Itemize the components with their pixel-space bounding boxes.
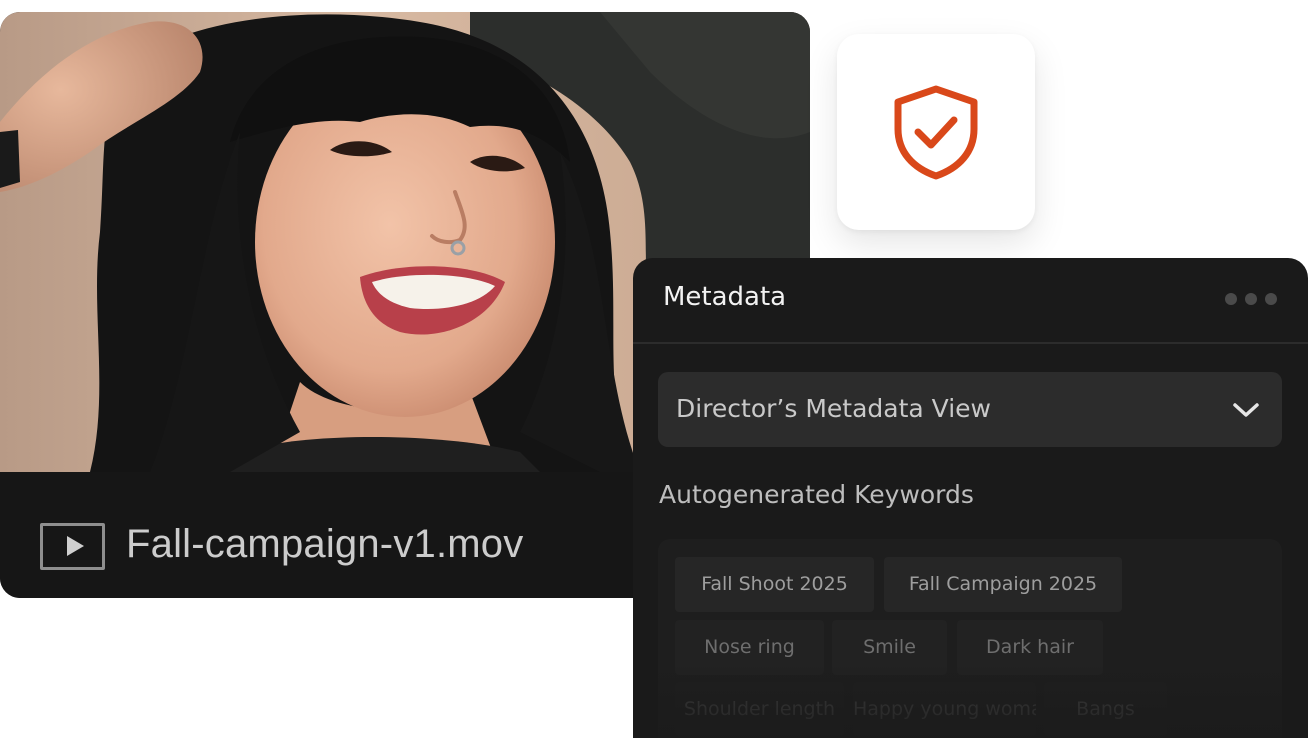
keyword-chip[interactable]: Shoulder length <box>675 682 844 737</box>
keyword-chip[interactable]: Dark hair <box>957 620 1103 675</box>
panel-title: Metadata <box>663 282 787 312</box>
security-badge <box>837 34 1035 230</box>
shield-check-icon <box>894 85 978 180</box>
chevron-down-icon <box>1233 403 1259 417</box>
play-icon[interactable] <box>40 523 105 570</box>
panel-header: Metadata <box>633 258 1308 344</box>
keywords-list: Fall Shoot 2025 Fall Campaign 2025 Nose … <box>658 539 1282 738</box>
metadata-view-select[interactable]: Director’s Metadata View <box>658 372 1282 447</box>
metadata-view-select-value: Director’s Metadata View <box>676 394 992 423</box>
keyword-chip[interactable]: Smile <box>832 620 947 675</box>
keyword-chip[interactable]: Fall Campaign 2025 <box>884 557 1122 612</box>
metadata-panel: Metadata Director’s Metadata View Autoge… <box>633 258 1308 738</box>
keywords-heading: Autogenerated Keywords <box>659 480 974 509</box>
keyword-chip[interactable]: Happy young woman <box>853 682 1036 737</box>
video-file-name: Fall-campaign-v1.mov <box>126 522 524 566</box>
more-icon[interactable] <box>1225 292 1281 306</box>
keyword-chip[interactable]: Fall Shoot 2025 <box>675 557 874 612</box>
keyword-chip[interactable]: Bangs <box>1044 682 1167 737</box>
keyword-chip[interactable]: Nose ring <box>675 620 824 675</box>
